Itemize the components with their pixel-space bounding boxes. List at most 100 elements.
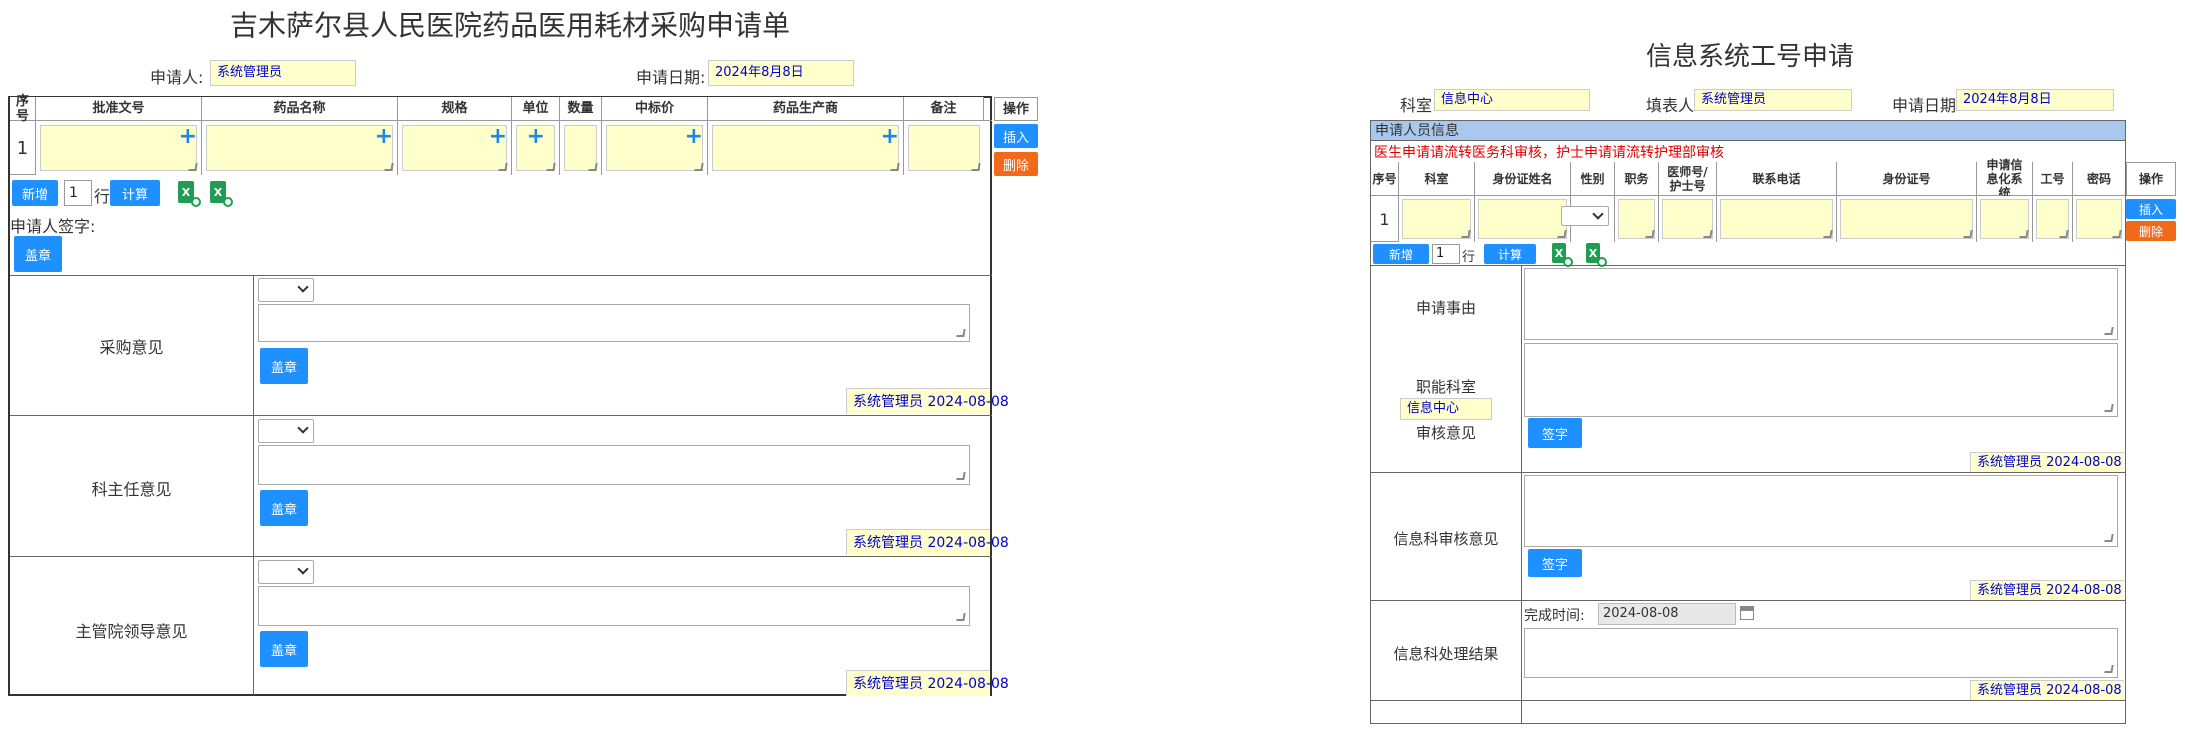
right-table-header: 序号 科室 身份证姓名 性别 职务 医师号/护士号 联系电话 身份证号 申请信息… [1371, 158, 2125, 200]
left-applicant-field[interactable]: 系统管理员 [210, 60, 356, 86]
resize-grip-icon[interactable] [971, 163, 981, 171]
info-review-sign-button[interactable]: 签字 [1528, 549, 1582, 577]
purchase-opinion-textarea[interactable] [258, 304, 970, 342]
resize-grip-icon[interactable] [956, 329, 966, 337]
info-review-textarea[interactable] [1524, 475, 2118, 547]
purchase-opinion-sign-button[interactable]: 盖章 [260, 348, 308, 384]
right-filler-field[interactable]: 系统管理员 [1694, 89, 1852, 111]
right-dept-field[interactable]: 信息中心 [1434, 89, 1590, 111]
resize-grip-icon[interactable] [890, 163, 900, 171]
left-row-count-input[interactable]: 1 [64, 180, 92, 206]
resize-grip-icon[interactable] [956, 613, 966, 621]
manufacturer-input[interactable] [712, 125, 899, 171]
chevron-down-icon [297, 281, 309, 293]
resize-grip-icon[interactable] [384, 163, 394, 171]
excel-import-icon[interactable]: X [1586, 243, 1607, 267]
resize-grip-icon[interactable] [546, 163, 556, 171]
right-cell-job-no [2033, 196, 2073, 242]
right-cell-license-no [1659, 196, 1717, 242]
id-number-input[interactable] [1840, 199, 1973, 239]
right-col-index: 序号 [1371, 162, 1399, 196]
left-insert-button[interactable]: 插入 [994, 124, 1038, 148]
remark-input[interactable] [908, 125, 980, 171]
leader-opinion-sign-button[interactable]: 盖章 [260, 631, 308, 667]
resize-grip-icon[interactable] [2019, 230, 2029, 238]
left-date-field[interactable]: 2024年8月8日 [708, 60, 854, 86]
leader-opinion-select[interactable] [258, 560, 314, 584]
resize-grip-icon[interactable] [2104, 404, 2114, 412]
right-insert-button[interactable]: 插入 [2126, 199, 2176, 219]
resize-grip-icon[interactable] [956, 472, 966, 480]
excel-import-icon[interactable]: X [210, 181, 233, 207]
gender-select[interactable] [1561, 206, 1609, 226]
left-calc-button[interactable]: 计算 [110, 180, 160, 206]
excel-export-icon[interactable]: X [1552, 243, 1573, 267]
left-cell-drug-name: + [202, 121, 398, 175]
left-delete-button[interactable]: 删除 [994, 152, 1038, 176]
left-date-label: 申请日期: [636, 68, 706, 87]
left-cell-spec: + [398, 121, 512, 175]
purchase-opinion-signature: 系统管理员 2024-08-08 [846, 388, 1009, 414]
id-name-input[interactable] [1478, 199, 1567, 239]
dept-review-textarea[interactable] [1524, 343, 2118, 417]
excel-export-icon[interactable]: X [178, 181, 201, 207]
dept-head-opinion-textarea[interactable] [258, 445, 970, 485]
dept-review-dept-field[interactable]: 信息中心 [1400, 398, 1492, 420]
right-col-phone: 联系电话 [1717, 162, 1837, 196]
plus-icon[interactable]: + [489, 126, 507, 148]
plus-icon[interactable]: + [685, 126, 703, 148]
left-applicant-sign-button[interactable]: 盖章 [14, 236, 62, 272]
left-table-header: 序号 批准文号 药品名称 规格 单位 数量 中标价 药品生产商 备注 [10, 94, 992, 124]
left-col-index: 序号 [10, 94, 36, 124]
resize-grip-icon[interactable] [1703, 230, 1713, 238]
right-delete-button[interactable]: 删除 [2126, 221, 2176, 241]
dept-review-signature: 系统管理员 2024-08-08 [1970, 452, 2124, 472]
right-add-button[interactable]: 新增 [1373, 244, 1429, 264]
drug-name-input[interactable] [206, 125, 393, 171]
right-calc-button[interactable]: 计算 [1484, 244, 1536, 264]
approval-no-input[interactable] [40, 125, 197, 171]
resize-grip-icon[interactable] [1963, 230, 1973, 238]
resize-grip-icon[interactable] [2104, 665, 2114, 673]
plus-icon[interactable]: + [375, 126, 393, 148]
resize-grip-icon[interactable] [188, 163, 198, 171]
result-textarea[interactable] [1524, 628, 2118, 678]
reason-textarea[interactable] [1524, 268, 2118, 340]
left-applicant-label: 申请人: [150, 68, 204, 87]
left-row-index: 1 [10, 121, 36, 175]
dept-review-label-top: 职能科室 [1415, 378, 1476, 396]
finish-time-input[interactable]: 2024-08-08 [1598, 603, 1736, 625]
plus-icon[interactable]: + [881, 126, 899, 148]
dept-head-opinion-sign-button[interactable]: 盖章 [260, 490, 308, 526]
leader-opinion-textarea[interactable] [258, 586, 970, 626]
resize-grip-icon[interactable] [498, 163, 508, 171]
plus-icon[interactable]: + [527, 126, 545, 148]
chevron-down-icon [1592, 208, 1604, 220]
resize-grip-icon[interactable] [1461, 230, 1471, 238]
resize-grip-icon[interactable] [2104, 534, 2114, 542]
left-col-approval-no: 批准文号 [36, 97, 202, 121]
calendar-icon[interactable] [1740, 606, 1754, 620]
resize-grip-icon[interactable] [2104, 327, 2114, 335]
right-section-header: 申请人员信息 [1371, 121, 2125, 141]
resize-grip-icon[interactable] [694, 163, 704, 171]
right-row-count-input[interactable]: 1 [1432, 244, 1460, 264]
left-add-button[interactable]: 新增 [12, 180, 58, 206]
dept-review-sign-button[interactable]: 签字 [1528, 418, 1582, 448]
purchase-opinion-select[interactable] [258, 278, 314, 302]
left-page-title: 吉木萨尔县人民医院药品医用耗材采购申请单 [230, 9, 791, 42]
resize-grip-icon[interactable] [1557, 230, 1567, 238]
resize-grip-icon[interactable] [2112, 230, 2122, 238]
resize-grip-icon[interactable] [588, 163, 598, 171]
right-cell-title [1615, 196, 1659, 242]
purchase-opinion-label: 采购意见 [99, 338, 164, 357]
dept-input[interactable] [1402, 199, 1471, 239]
resize-grip-icon[interactable] [1823, 230, 1833, 238]
resize-grip-icon[interactable] [2059, 230, 2069, 238]
phone-input[interactable] [1720, 199, 1833, 239]
resize-grip-icon[interactable] [1645, 230, 1655, 238]
plus-icon[interactable]: + [179, 126, 197, 148]
dept-head-opinion-select[interactable] [258, 419, 314, 443]
left-row-unit-label: 行 [94, 187, 111, 206]
right-date-field[interactable]: 2024年8月8日 [1956, 89, 2114, 111]
